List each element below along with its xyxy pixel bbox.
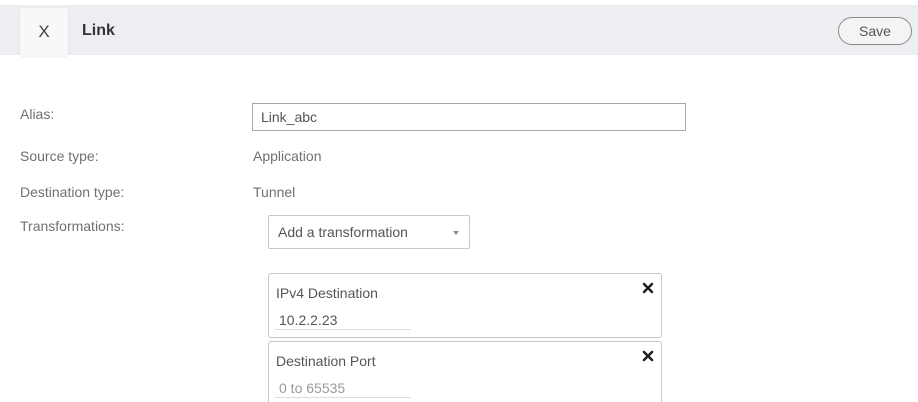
source-type-label: Source type:	[20, 148, 99, 164]
close-icon: X	[38, 22, 50, 41]
alias-input[interactable]	[252, 103, 686, 131]
header-bar	[0, 5, 918, 55]
save-button[interactable]: Save	[838, 17, 912, 45]
close-icon[interactable]	[642, 350, 654, 362]
add-transformation-select-label: Add a transformation	[278, 224, 408, 240]
close-button[interactable]: X	[20, 8, 68, 56]
destination-type-label: Destination type:	[20, 184, 125, 200]
destination-port-input[interactable]	[275, 378, 411, 398]
ipv4-destination-input[interactable]	[275, 310, 411, 330]
chevron-down-icon	[453, 231, 459, 235]
transformation-title: Destination Port	[276, 353, 376, 369]
transformation-card-destination-port: Destination Port	[268, 341, 662, 402]
close-icon[interactable]	[642, 282, 654, 294]
page-title: Link	[82, 22, 115, 39]
transformation-title: IPv4 Destination	[276, 285, 378, 301]
transformation-card-ipv4-destination: IPv4 Destination	[268, 273, 662, 338]
alias-label: Alias:	[20, 106, 55, 122]
link-editor-page: X Link Save Alias: Source type: Applicat…	[0, 0, 918, 402]
destination-type-value: Tunnel	[253, 184, 296, 200]
add-transformation-select[interactable]: Add a transformation	[268, 215, 470, 249]
transformations-label: Transformations:	[20, 218, 125, 234]
source-type-value: Application	[253, 148, 322, 164]
